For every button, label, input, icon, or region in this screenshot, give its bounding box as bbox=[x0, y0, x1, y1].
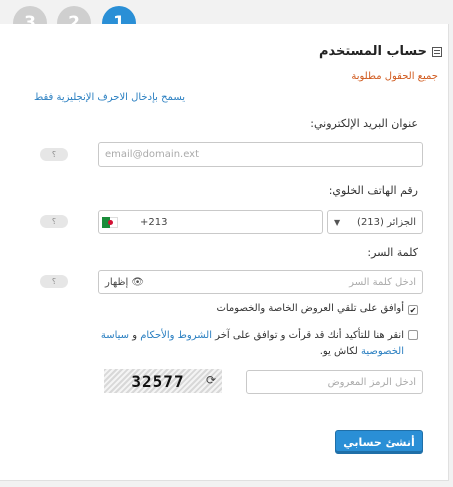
phone-help-button[interactable]: ؟ bbox=[40, 215, 68, 228]
dial-code: +213 bbox=[140, 216, 168, 228]
password-placeholder: ادخل كلمة السر bbox=[349, 276, 416, 288]
offers-checkbox[interactable]: ✔ bbox=[408, 305, 418, 315]
password-help-button[interactable]: ؟ bbox=[40, 275, 68, 288]
algeria-flag-icon bbox=[102, 216, 118, 228]
caret-down-icon: ▼ bbox=[334, 217, 341, 227]
section-title: حساب المستخدم bbox=[319, 44, 442, 59]
password-field[interactable]: ادخل كلمة السر 👁 إظهار bbox=[98, 270, 423, 294]
terms-checkbox[interactable] bbox=[408, 330, 418, 340]
terms-link[interactable]: الشروط والأحكام bbox=[140, 330, 212, 341]
offers-option[interactable]: ✔ أوافق على تلقي العروض الخاصة والخصومات bbox=[216, 303, 418, 315]
show-password-toggle[interactable]: 👁 إظهار bbox=[105, 277, 144, 288]
registration-form: حساب المستخدم جميع الحقول مطلوبة يسمح بإ… bbox=[0, 24, 449, 481]
english-only-note: يسمح بإدخال الاحرف الإنجليزية فقط bbox=[34, 92, 186, 103]
form-icon bbox=[432, 46, 442, 57]
captcha-code: 32577 bbox=[131, 371, 185, 391]
terms-text: انقر هنا للتأكيد أنك قد قرأت و توافق على… bbox=[64, 328, 404, 360]
password-label: كلمة السر: bbox=[367, 246, 418, 259]
create-account-button[interactable]: أنشئ حسابي bbox=[335, 430, 423, 454]
country-select-value: الجزائر (213) bbox=[357, 216, 416, 228]
captcha-field[interactable] bbox=[246, 370, 423, 394]
terms-suffix: لكاش يو. bbox=[319, 346, 361, 357]
phone-field[interactable]: +213 bbox=[98, 210, 323, 234]
country-select[interactable]: الجزائر (213) ▼ bbox=[327, 210, 423, 234]
terms-option[interactable]: انقر هنا للتأكيد أنك قد قرأت و توافق على… bbox=[64, 328, 418, 360]
required-note: جميع الحقول مطلوبة bbox=[351, 71, 438, 82]
captcha-image: 32577 bbox=[104, 369, 222, 393]
phone-label: رقم الهاتف الخلوي: bbox=[328, 184, 418, 197]
show-password-label: إظهار bbox=[105, 276, 129, 288]
section-title-text: حساب المستخدم bbox=[318, 44, 427, 59]
terms-and: و bbox=[129, 330, 141, 341]
refresh-icon[interactable]: ⟳ bbox=[206, 373, 216, 387]
offers-label: أوافق على تلقي العروض الخاصة والخصومات bbox=[216, 303, 404, 314]
terms-prefix: انقر هنا للتأكيد أنك قد قرأت و توافق على… bbox=[212, 330, 404, 341]
eye-icon: 👁 bbox=[131, 276, 144, 288]
email-field[interactable] bbox=[98, 142, 423, 167]
email-help-button[interactable]: ؟ bbox=[40, 148, 68, 161]
email-label: عنوان البريد الإلكتروني: bbox=[310, 117, 418, 130]
